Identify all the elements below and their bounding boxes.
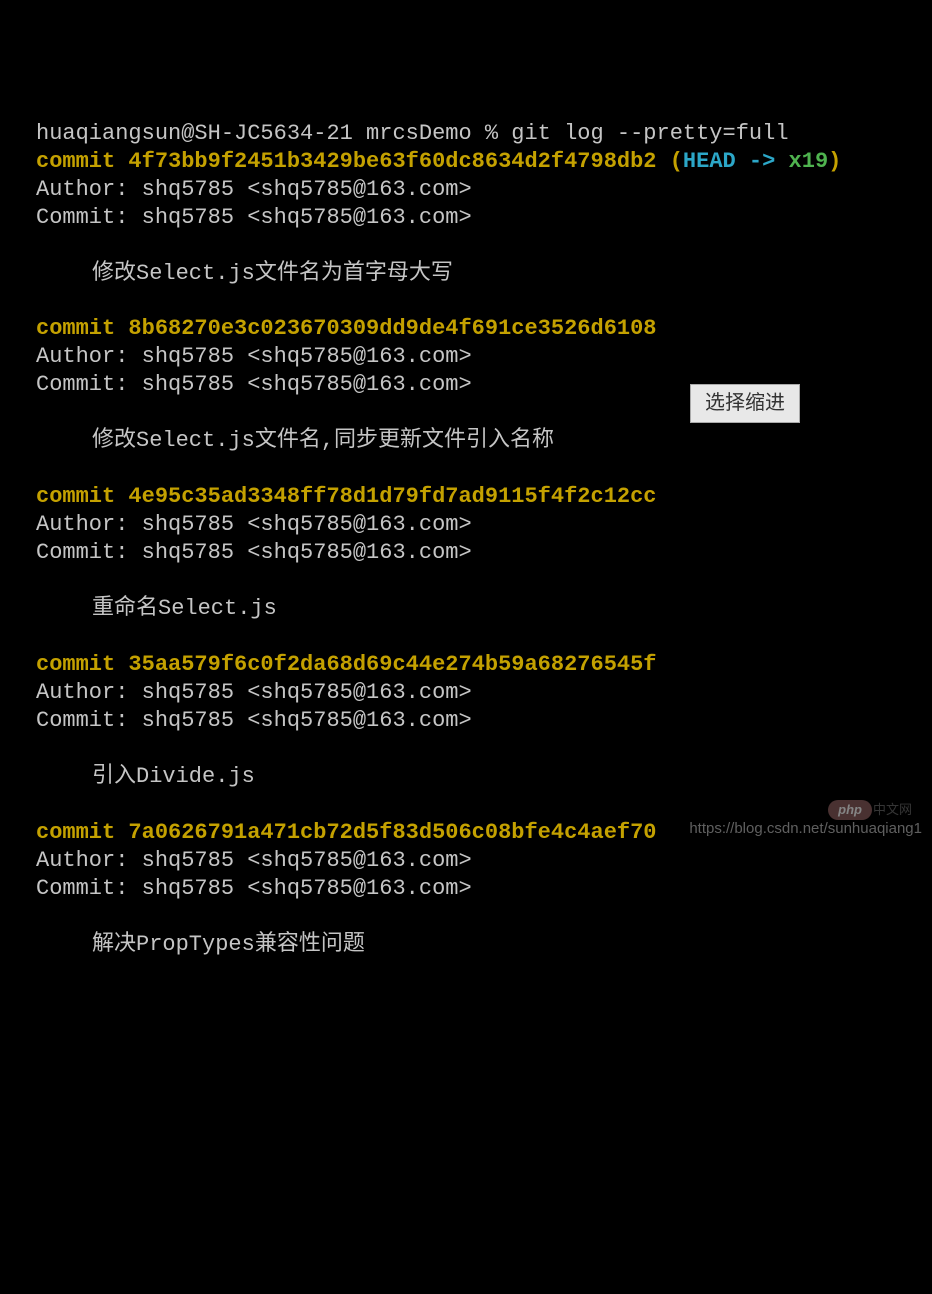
csdn-watermark: https://blog.csdn.net/sunhuaqiang1 <box>689 819 922 838</box>
blank-line <box>36 232 932 260</box>
blank-line <box>36 287 932 315</box>
commit-author: Author: shq5785 <shq5785@163.com> <box>36 343 932 371</box>
commit-hash: commit 7a0626791a471cb72d5f83d506c08bfe4… <box>36 820 657 845</box>
blank-line <box>36 455 932 483</box>
commit-committer: Commit: shq5785 <shq5785@163.com> <box>36 707 932 735</box>
php-watermark-text: 中文网 <box>873 802 912 819</box>
branch-name: x19 <box>789 149 829 174</box>
commit-hash: commit 4e95c35ad3348ff78d1d79fd7ad9115f4… <box>36 484 657 509</box>
commit-message: 修改Select.js文件名,同步更新文件引入名称 <box>36 427 932 455</box>
commit-message: 重命名Select.js <box>36 595 932 623</box>
commit-author: Author: shq5785 <shq5785@163.com> <box>36 511 932 539</box>
commit-hash: commit 35aa579f6c0f2da68d69c44e274b59a68… <box>36 652 657 677</box>
blank-line <box>36 958 932 986</box>
commit-committer: Commit: shq5785 <shq5785@163.com> <box>36 204 932 232</box>
blank-line <box>36 623 932 651</box>
commit-message: 解决PropTypes兼容性问题 <box>36 931 932 959</box>
commit-author: Author: shq5785 <shq5785@163.com> <box>36 679 932 707</box>
commit-hash-line: commit 8b68270e3c023670309dd9de4f691ce35… <box>36 315 932 343</box>
blank-line <box>36 567 932 595</box>
commit-message: 引入Divide.js <box>36 763 932 791</box>
commit-author: Author: shq5785 <shq5785@163.com> <box>36 176 932 204</box>
head-ref: HEAD -> <box>683 149 789 174</box>
commit-author: Author: shq5785 <shq5785@163.com> <box>36 847 932 875</box>
ref-open-paren: ( <box>657 149 683 174</box>
blank-line <box>36 735 932 763</box>
commit-hash: commit 8b68270e3c023670309dd9de4f691ce35… <box>36 316 657 341</box>
commit-hash-line: commit 4f73bb9f2451b3429be63f60dc8634d2f… <box>36 148 932 176</box>
indent-tooltip: 选择缩进 <box>690 384 800 423</box>
php-watermark-badge: php <box>828 800 872 821</box>
commit-hash-line: commit 35aa579f6c0f2da68d69c44e274b59a68… <box>36 651 932 679</box>
blank-line <box>36 791 932 819</box>
terminal-output[interactable]: huaqiangsun@SH-JC5634-21 mrcsDemo % git … <box>36 120 932 987</box>
ref-close-paren: ) <box>828 149 841 174</box>
blank-line <box>36 903 932 931</box>
commit-hash-line: commit 4e95c35ad3348ff78d1d79fd7ad9115f4… <box>36 483 932 511</box>
commit-committer: Commit: shq5785 <shq5785@163.com> <box>36 539 932 567</box>
shell-prompt: huaqiangsun@SH-JC5634-21 mrcsDemo % git … <box>36 120 932 148</box>
commit-hash: commit 4f73bb9f2451b3429be63f60dc8634d2f… <box>36 149 657 174</box>
commit-message: 修改Select.js文件名为首字母大写 <box>36 260 932 288</box>
commit-committer: Commit: shq5785 <shq5785@163.com> <box>36 875 932 903</box>
